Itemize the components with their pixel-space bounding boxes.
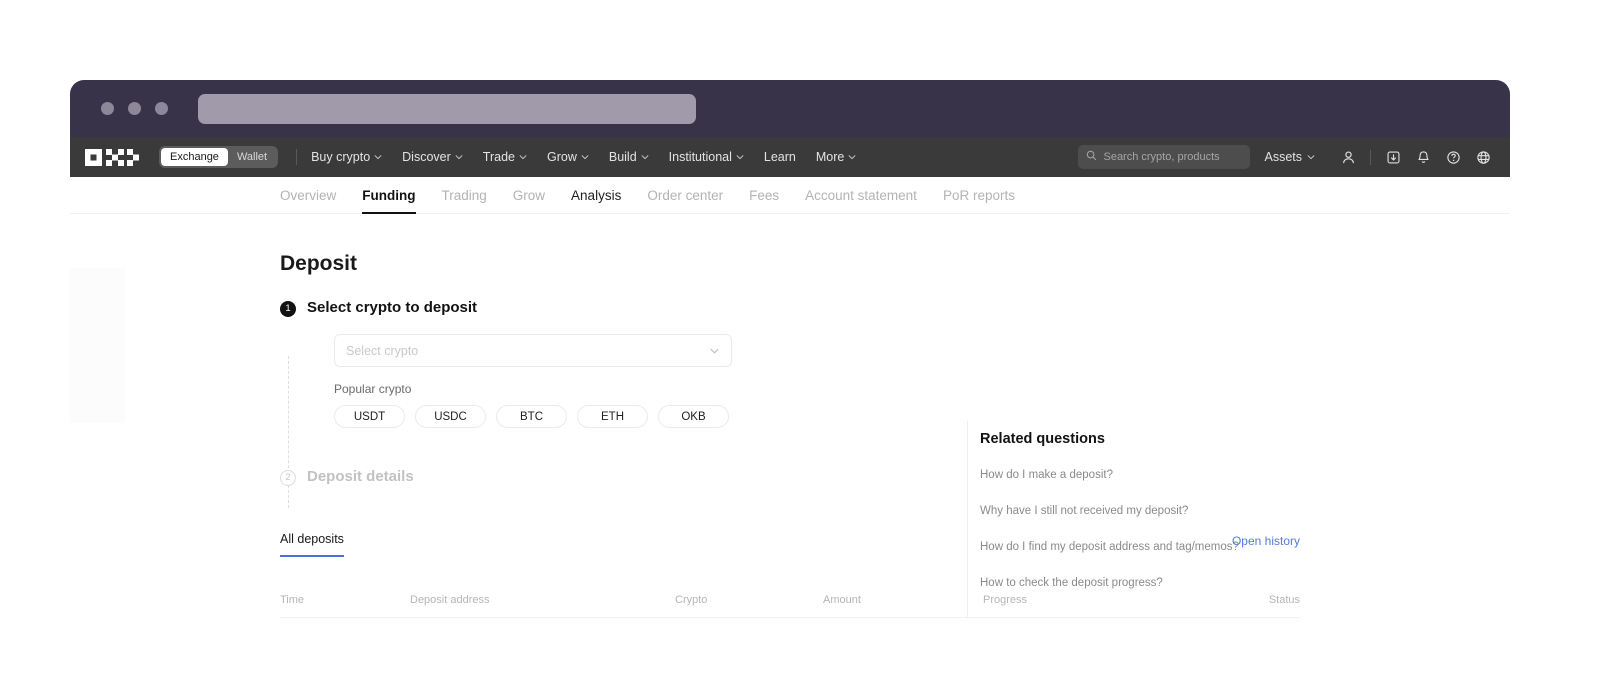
chevron-down-icon [581,153,589,161]
zoom-window-button[interactable] [155,102,168,115]
globe-icon[interactable] [1468,145,1498,169]
okx-logo-icon[interactable] [85,148,141,166]
page-body: Deposit 1 Select crypto to deposit Selec… [70,214,1510,680]
related-question-item[interactable]: How do I find my deposit address and tag… [980,540,1287,555]
nav-item-discover[interactable]: Discover [402,150,463,164]
navbar-divider [296,149,298,165]
navbar-divider [1370,149,1371,165]
step-2-badge: 2 [280,470,296,486]
search-icon [1086,148,1097,166]
related-question-item[interactable]: How do I make a deposit? [980,468,1287,483]
close-window-button[interactable] [101,102,114,115]
page-title: Deposit [280,252,358,275]
help-icon[interactable] [1438,145,1468,169]
step-2-title: Deposit details [307,468,414,485]
search-placeholder: Search crypto, products [1103,151,1220,163]
related-question-item[interactable]: Why have I still not received my deposit… [980,504,1287,519]
nav-label: Grow [546,150,577,164]
tab-analysis[interactable]: Analysis [571,177,621,214]
related-question-item[interactable]: How to check the deposit progress? [980,576,1287,591]
tab-all-deposits[interactable]: All deposits [280,532,344,557]
step-1-title: Select crypto to deposit [307,299,478,316]
nav-label: Institutional [668,150,732,164]
tab-account-statement[interactable]: Account statement [805,177,917,214]
step-1-badge: 1 [280,301,296,317]
nav-item-assets[interactable]: Assets [1264,150,1315,164]
navbar-actions: Search crypto, products Assets [1078,145,1498,169]
step-select-crypto: 1 Select crypto to deposit Select crypto… [280,299,1300,508]
chip-eth[interactable]: ETH [577,405,648,428]
traffic-lights [101,102,168,115]
chip-usdc[interactable]: USDC [415,405,486,428]
chevron-down-icon [848,153,856,161]
tab-trading[interactable]: Trading [442,177,487,214]
crypto-select[interactable]: Select crypto [334,334,732,367]
search-input[interactable]: Search crypto, products [1078,145,1251,169]
tab-fees[interactable]: Fees [749,177,779,214]
download-icon[interactable] [1378,145,1408,169]
nav-item-more[interactable]: More [816,150,856,164]
tab-funding[interactable]: Funding [362,177,416,214]
segment-wallet[interactable]: Wallet [228,148,276,166]
exchange-wallet-switch[interactable]: Exchange Wallet [159,146,279,168]
chevron-down-icon [709,345,720,356]
nav-label: Discover [402,150,451,164]
nav-item-grow[interactable]: Grow [547,150,589,164]
chevron-down-icon [455,153,463,161]
related-questions-card: Related questions How do I make a deposi… [967,421,1287,617]
popular-crypto-label: Popular crypto [334,382,412,396]
bell-icon[interactable] [1408,145,1438,169]
nav-item-trade[interactable]: Trade [483,150,527,164]
nav-item-learn[interactable]: Learn [764,150,796,164]
tab-grow[interactable]: Grow [513,177,545,214]
column-header-deposit-address: Deposit address [410,594,490,606]
chevron-down-icon [736,153,744,161]
nav-item-build[interactable]: Build [609,150,649,164]
minimize-window-button[interactable] [128,102,141,115]
nav-label: Buy crypto [311,150,371,164]
tab-order-center[interactable]: Order center [647,177,723,214]
chevron-down-icon [641,153,649,161]
nav-label: Trade [482,150,515,164]
browser-titlebar [70,80,1510,137]
nav-item-buy-crypto[interactable]: Buy crypto [311,150,382,164]
tab-overview[interactable]: Overview [280,177,336,214]
nav-label: Build [608,150,637,164]
related-questions-title: Related questions [980,431,1105,447]
chip-btc[interactable]: BTC [496,405,567,428]
user-icon[interactable] [1333,145,1363,169]
left-placeholder-panel [70,268,125,423]
nav-item-institutional[interactable]: Institutional [669,150,744,164]
chevron-down-icon [1307,153,1315,161]
account-subnav: Overview Funding Trading Grow Analysis O… [70,177,1510,214]
column-header-amount: Amount [823,594,861,606]
step-1-body: Select crypto Popular crypto USDT USDC B… [334,334,1300,428]
column-header-crypto: Crypto [675,594,708,606]
segment-exchange[interactable]: Exchange [161,148,228,166]
chevron-down-icon [519,153,527,161]
chip-usdt[interactable]: USDT [334,405,405,428]
nav-label: More [815,150,845,164]
nav-label: Learn [763,150,796,164]
chevron-down-icon [374,153,382,161]
column-header-time: Time [280,594,305,606]
primary-navbar: Exchange Wallet Buy crypto Discover Trad… [70,137,1510,177]
browser-window: Exchange Wallet Buy crypto Discover Trad… [70,80,1510,680]
navbar-links: Buy crypto Discover Trade Grow Build Ins… [311,150,856,164]
crypto-select-placeholder: Select crypto [346,343,419,358]
chip-okb[interactable]: OKB [658,405,729,428]
assets-label: Assets [1264,150,1302,164]
address-bar[interactable] [198,93,696,124]
tab-por-reports[interactable]: PoR reports [943,177,1015,214]
